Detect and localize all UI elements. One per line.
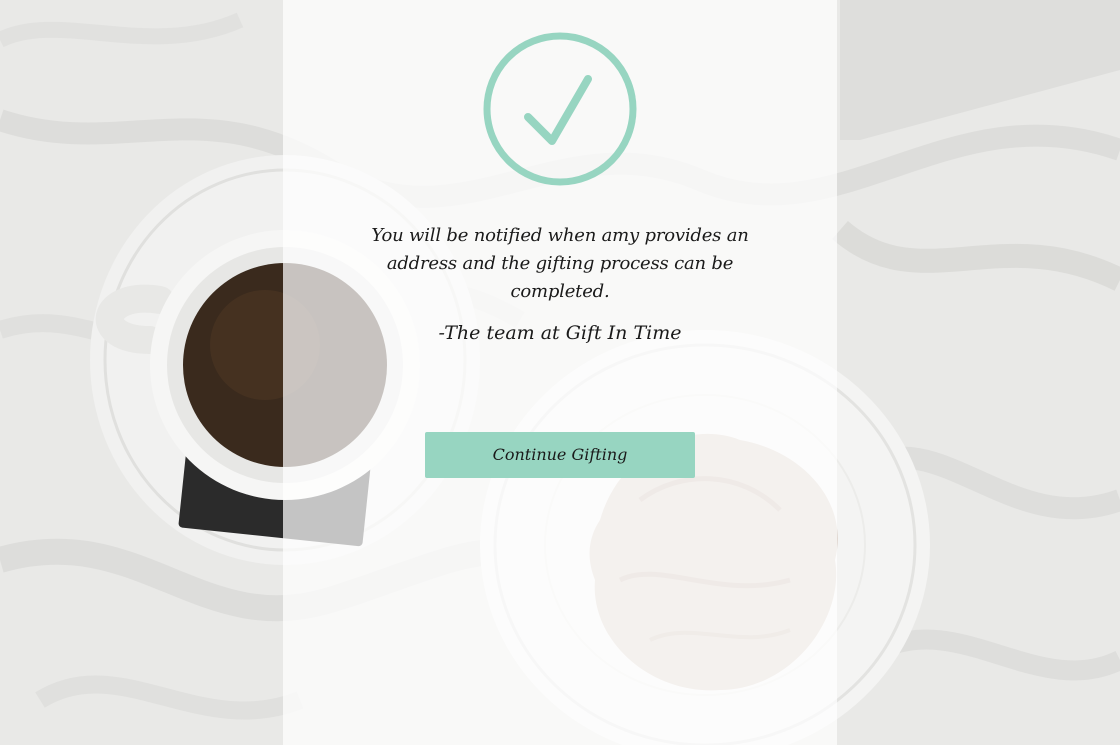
confirmation-panel: You will be notified when amy provides a… — [283, 0, 837, 745]
checkmark-circle-icon — [483, 32, 637, 186]
team-signature: -The team at Gift In Time — [438, 322, 682, 344]
confirmation-message: You will be notified when amy provides a… — [371, 225, 749, 302]
confirmation-page: You will be notified when amy provides a… — [0, 0, 1120, 745]
continue-gifting-button[interactable]: Continue Gifting — [425, 432, 695, 478]
